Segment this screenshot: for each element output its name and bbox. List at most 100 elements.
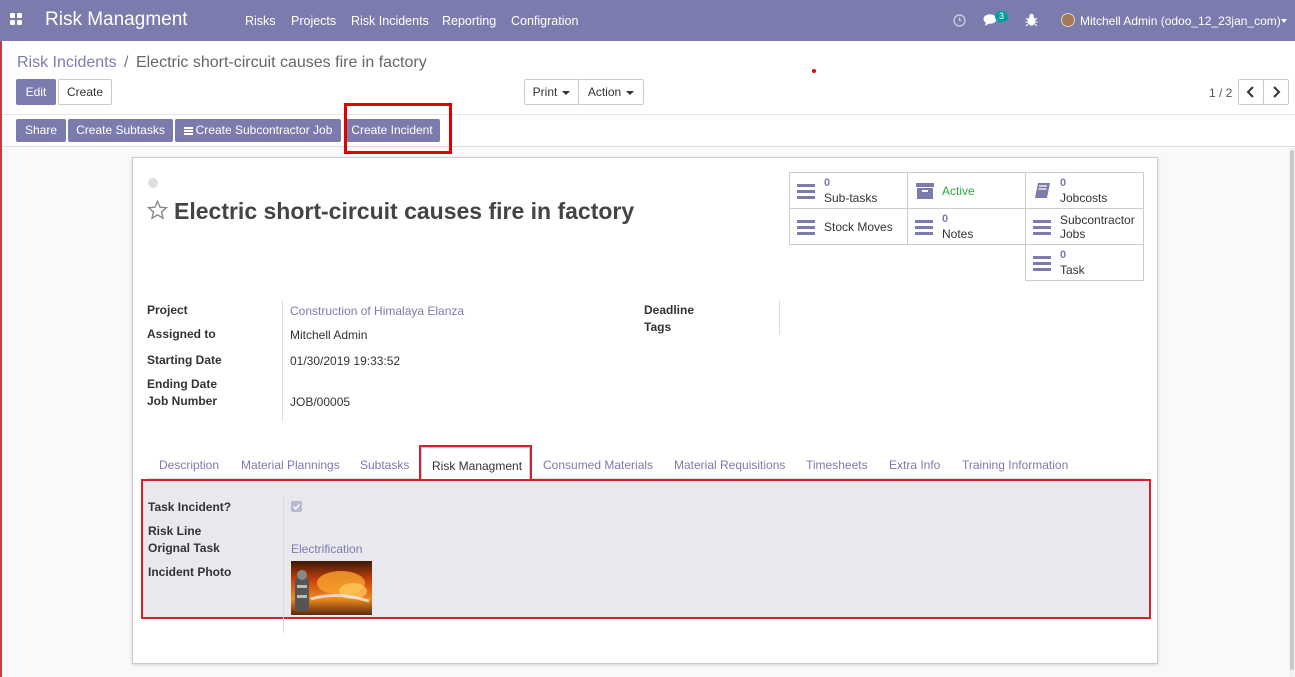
breadcrumb-separator: / (124, 54, 129, 71)
menu-risk-incidents[interactable]: Risk Incidents (351, 14, 429, 28)
active-label: Active (942, 184, 975, 198)
form-sheet: Electric short-circuit causes fire in fa… (132, 157, 1158, 664)
task-incident-label: Task Incident? (148, 500, 232, 514)
project-label: Project (147, 303, 188, 317)
tab-risk-managment-label: Risk Managment (432, 459, 523, 473)
user-caret-icon (1281, 19, 1287, 23)
incident-photo-image[interactable] (291, 561, 372, 615)
record-title: Electric short-circuit causes fire in fa… (174, 198, 635, 224)
task-smart-button[interactable]: 0 Task (1025, 244, 1144, 281)
create-incident-highlight (344, 103, 452, 154)
menu-configration[interactable]: Configration (511, 14, 578, 28)
jobcosts-label: Jobcosts (1060, 191, 1108, 205)
header-divider (2, 114, 1295, 115)
subtasks-icon (797, 182, 817, 200)
list-icon (183, 126, 193, 135)
checkmark-icon (292, 503, 301, 510)
tab-training-information[interactable]: Training Information (962, 458, 1068, 472)
breadcrumb: Risk Incidents / Electric short-circuit … (17, 54, 427, 72)
create-subcontractor-job-button[interactable]: Create Subcontractor Job (175, 119, 341, 142)
subcontractor-jobs-label-1: Subcontractor (1060, 213, 1135, 227)
chevron-left-icon (1246, 86, 1254, 98)
subtasks-count: 0 (824, 177, 831, 189)
deadline-label: Deadline (644, 303, 695, 317)
project-value[interactable]: Construction of Himalaya Elanza (290, 304, 464, 318)
subcontractor-jobs-smart-button[interactable]: Subcontractor Jobs (1025, 208, 1144, 245)
stock-moves-smart-button[interactable]: Stock Moves (789, 208, 908, 245)
action-dropdown[interactable]: Action (578, 79, 644, 105)
scrollbar-track[interactable] (1289, 148, 1295, 677)
incident-photo-label: Incident Photo (148, 565, 232, 579)
archive-icon (916, 183, 934, 199)
messages-badge: 3 (995, 11, 1009, 22)
user-menu[interactable]: Mitchell Admin (odoo_12_23jan_com) (1080, 14, 1281, 28)
jobcosts-smart-button[interactable]: 0 Jobcosts (1025, 172, 1144, 209)
action-caret-icon (626, 90, 635, 95)
red-dot (812, 69, 816, 73)
tab-description[interactable]: Description (159, 458, 219, 472)
task-incident-checkbox[interactable] (291, 501, 302, 512)
tab-material-plannings[interactable]: Material Plannings (241, 458, 340, 472)
subtasks-smart-button[interactable]: 0 Sub-tasks (789, 172, 908, 209)
chevron-right-icon (1273, 86, 1281, 98)
left-fields-separator (282, 300, 283, 422)
tab-consumed-materials[interactable]: Consumed Materials (543, 458, 653, 472)
pager-value: 1 / 2 (1209, 86, 1233, 100)
jobcosts-count: 0 (1060, 177, 1067, 189)
top-navbar: Risk Managment Risks Projects Risk Incid… (0, 0, 1295, 41)
risk-fields-separator (283, 496, 284, 633)
starting-date-label: Starting Date (147, 353, 222, 367)
job-number-value: JOB/00005 (290, 395, 351, 409)
tab-extra-info[interactable]: Extra Info (889, 458, 940, 472)
create-button[interactable]: Create (58, 79, 112, 105)
risk-managment-panel: Task Incident? Risk Line Orignal Task El… (141, 479, 1151, 633)
print-caret-icon (562, 90, 571, 95)
tab-risk-managment[interactable]: Risk Managment (419, 445, 532, 480)
original-task-label: Orignal Task (148, 541, 220, 555)
notes-label: Notes (942, 227, 974, 241)
starting-date-value: 01/30/2019 19:33:52 (290, 354, 401, 368)
ending-date-label: Ending Date (147, 377, 218, 391)
tab-material-requisitions[interactable]: Material Requisitions (674, 458, 785, 472)
menu-risks[interactable]: Risks (245, 14, 276, 28)
assigned-to-value: Mitchell Admin (290, 328, 368, 342)
risk-line-label: Risk Line (148, 524, 202, 538)
subtasks-label: Sub-tasks (824, 191, 878, 205)
tab-timesheets[interactable]: Timesheets (806, 458, 868, 472)
print-label: Print (532, 85, 558, 99)
tab-subtasks[interactable]: Subtasks (360, 458, 409, 472)
pager-next-button[interactable] (1263, 79, 1289, 105)
notes-icon (915, 218, 935, 236)
action-label: Action (587, 85, 622, 99)
stock-moves-icon (797, 218, 817, 236)
favorite-star-icon[interactable] (147, 200, 168, 220)
active-toggle-button[interactable]: Active (907, 172, 1026, 209)
debug-bug-icon[interactable] (1025, 13, 1038, 27)
pager-previous-button[interactable] (1238, 79, 1264, 105)
share-button[interactable]: Share (16, 119, 66, 142)
breadcrumb-current: Electric short-circuit causes fire in fa… (135, 54, 427, 71)
breadcrumb-parent[interactable]: Risk Incidents (17, 54, 117, 71)
create-subtasks-button[interactable]: Create Subtasks (68, 119, 173, 142)
original-task-value[interactable]: Electrification (291, 542, 362, 556)
subcontractor-jobs-label-2: Jobs (1060, 227, 1086, 241)
user-avatar[interactable] (1061, 13, 1075, 27)
scrollbar-thumb[interactable] (1290, 150, 1294, 670)
task-count: 0 (1060, 249, 1067, 261)
assigned-to-label: Assigned to (147, 327, 216, 341)
notes-smart-button[interactable]: 0 Notes (907, 208, 1026, 245)
right-fields-separator (779, 300, 780, 334)
create-subcontractor-job-label: Create Subcontractor Job (195, 123, 333, 137)
menu-reporting[interactable]: Reporting (442, 14, 496, 28)
task-label: Task (1060, 263, 1085, 277)
edit-button[interactable]: Edit (16, 79, 56, 105)
menu-projects[interactable]: Projects (291, 14, 336, 28)
print-dropdown[interactable]: Print (524, 79, 579, 105)
control-panel: Risk Incidents / Electric short-circuit … (2, 41, 1295, 154)
notes-count: 0 (942, 213, 949, 225)
activity-clock-icon[interactable] (953, 14, 966, 27)
kanban-state-icon[interactable] (148, 178, 158, 188)
apps-menu-icon[interactable] (10, 13, 24, 27)
task-icon (1033, 254, 1053, 272)
job-number-label: Job Number (147, 394, 218, 408)
